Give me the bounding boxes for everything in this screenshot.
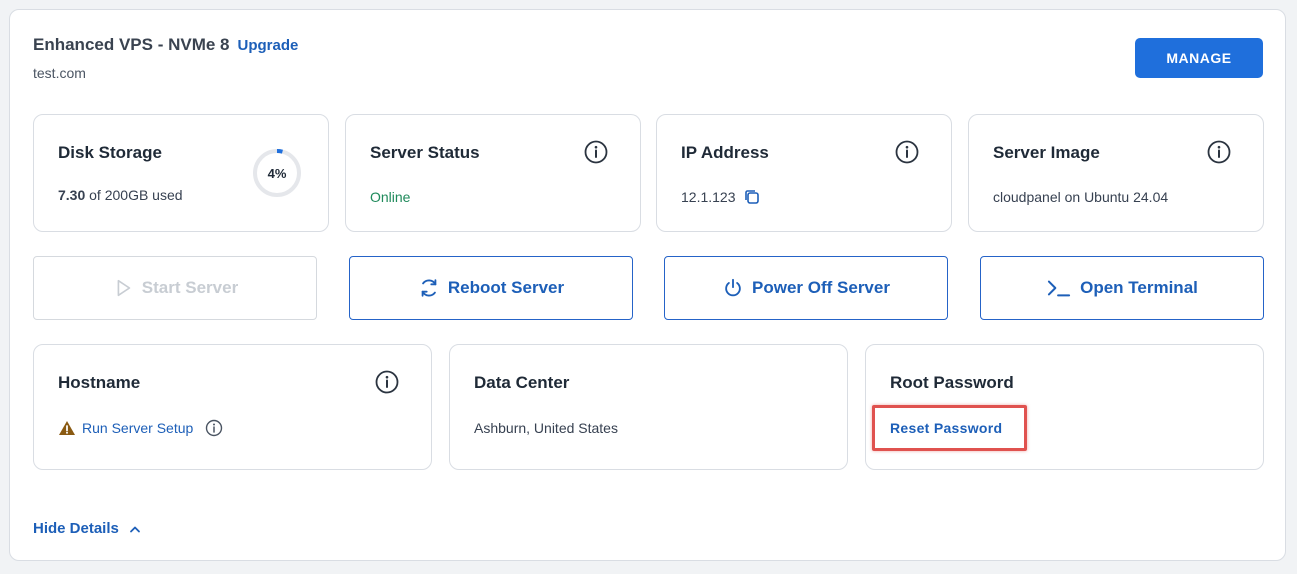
- terminal-icon: [1048, 280, 1071, 297]
- hide-details-toggle[interactable]: Hide Details: [33, 520, 141, 537]
- start-server-button: Start Server: [33, 256, 317, 320]
- plan-title: Enhanced VPS - NVMe 8: [33, 35, 230, 54]
- server-image-title: Server Image: [993, 143, 1100, 162]
- server-domain: test.com: [33, 65, 86, 81]
- start-server-label: Start Server: [141, 278, 239, 297]
- power-off-server-label: Power Off Server: [752, 278, 890, 297]
- copy-icon[interactable]: [744, 189, 760, 205]
- root-password-title: Root Password: [890, 373, 1014, 392]
- hostname-box: Hostname Run Server Setup: [33, 344, 432, 470]
- data-center-box: Data Center Ashburn, United States: [449, 344, 848, 470]
- disk-used-value: 7.30: [58, 187, 86, 203]
- run-setup-row: Run Server Setup: [58, 419, 223, 437]
- upgrade-link[interactable]: Upgrade: [238, 37, 299, 54]
- info-icon-small[interactable]: [205, 419, 223, 437]
- server-status-box: Server Status Online: [345, 114, 641, 232]
- reset-password-highlight: Reset Password: [872, 405, 1027, 451]
- disk-storage-box: Disk Storage 7.30 of 200GB used 4%: [33, 114, 329, 232]
- hide-details-label: Hide Details: [33, 520, 119, 537]
- ip-address-title: IP Address: [681, 143, 769, 162]
- disk-percent-label: 4%: [267, 165, 287, 181]
- disk-storage-title: Disk Storage: [58, 143, 162, 162]
- refresh-icon: [421, 279, 437, 297]
- ip-address-row: 12.1.123: [681, 189, 760, 205]
- power-off-server-button[interactable]: Power Off Server: [664, 256, 948, 320]
- warning-icon: [59, 421, 75, 435]
- data-center-value: Ashburn, United States: [474, 420, 618, 436]
- disk-progress-ring: 4%: [252, 148, 302, 198]
- open-terminal-label: Open Terminal: [1080, 278, 1198, 297]
- server-card: Enhanced VPS - NVMe 8 Upgrade test.com M…: [9, 9, 1286, 561]
- ip-address-box: IP Address 12.1.123: [656, 114, 952, 232]
- reboot-server-button[interactable]: Reboot Server: [349, 256, 633, 320]
- run-server-setup-link[interactable]: Run Server Setup: [82, 420, 193, 436]
- disk-usage: 7.30 of 200GB used: [58, 187, 183, 203]
- manage-button[interactable]: MANAGE: [1135, 38, 1263, 78]
- info-icon[interactable]: [375, 370, 399, 394]
- reboot-server-label: Reboot Server: [447, 278, 565, 297]
- power-icon: [725, 278, 741, 297]
- open-terminal-button[interactable]: Open Terminal: [980, 256, 1264, 320]
- data-center-title: Data Center: [474, 373, 570, 392]
- server-image-box: Server Image cloudpanel on Ubuntu 24.04: [968, 114, 1264, 232]
- title-row: Enhanced VPS - NVMe 8 Upgrade: [33, 35, 298, 55]
- disk-used-suffix: of 200GB used: [85, 187, 183, 203]
- play-icon: [117, 279, 131, 297]
- info-icon[interactable]: [895, 140, 919, 164]
- chevron-up-icon: [129, 526, 140, 532]
- ip-address-value: 12.1.123: [681, 189, 736, 205]
- server-image-value: cloudpanel on Ubuntu 24.04: [993, 189, 1169, 205]
- reset-password-link[interactable]: Reset Password: [890, 420, 1002, 436]
- server-status-title: Server Status: [370, 143, 480, 162]
- server-status-value: Online: [370, 189, 411, 205]
- root-password-box: Root Password Reset Password: [865, 344, 1264, 470]
- hostname-title: Hostname: [58, 373, 141, 392]
- info-icon[interactable]: [1207, 140, 1231, 164]
- info-icon[interactable]: [584, 140, 608, 164]
